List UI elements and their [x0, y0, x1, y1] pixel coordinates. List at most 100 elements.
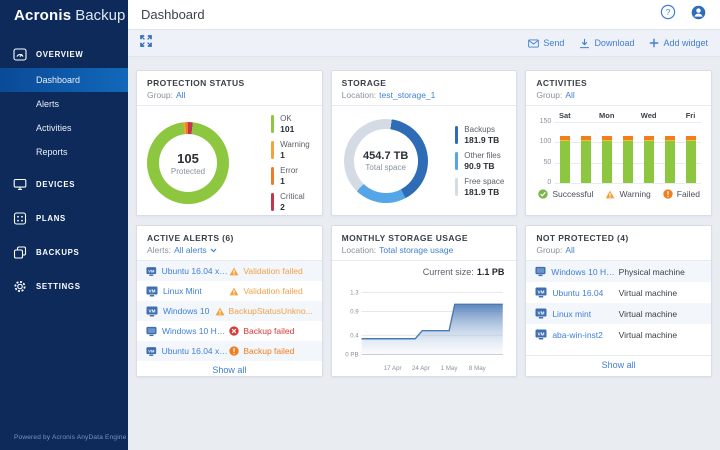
total-space-value: 454.7 TB — [363, 150, 408, 162]
add-widget-button[interactable]: Add widget — [649, 38, 708, 48]
legend-item: Free space181.9 TB — [455, 177, 504, 197]
filter-label: Group: — [536, 245, 562, 255]
alert-row[interactable]: VMUbuntu 16.04 x64 ... Validation failed — [137, 261, 322, 281]
sidebar-item-activities[interactable]: Activities — [0, 116, 128, 140]
widget-activities: ACTIVITIES Group:All SatMonWedFri 050100… — [525, 70, 712, 216]
activity-bar[interactable] — [554, 122, 575, 183]
sidebar-item-dashboard[interactable]: Dashboard — [0, 68, 128, 92]
send-button[interactable]: Send — [528, 38, 564, 48]
alerts-filter-dropdown[interactable]: All alerts — [174, 245, 207, 255]
svg-text:VM: VM — [148, 268, 155, 273]
sidebar-section-devices[interactable]: DEVICES — [0, 170, 128, 198]
device-name-link[interactable]: Linux mint — [552, 309, 591, 319]
help-icon[interactable]: ? — [660, 4, 676, 25]
y-axis-label: 0 — [536, 179, 551, 186]
group-filter-link[interactable]: All — [565, 90, 574, 100]
location-filter-link[interactable]: Total storage usage — [379, 245, 453, 255]
y-axis-label: 100 — [536, 138, 551, 145]
device-row[interactable]: VMaba-win-inst2 Virtual machine — [526, 324, 711, 345]
location-filter-link[interactable]: test_storage_1 — [379, 90, 435, 100]
physical-machine-icon — [146, 326, 157, 337]
svg-text:1 May: 1 May — [440, 365, 458, 372]
device-type: Virtual machine — [619, 309, 677, 319]
alert-device-name[interactable]: Ubuntu 16.04 x64 ... — [162, 346, 230, 356]
not-protected-list: Windows 10 Hom... Physical machine VMUbu… — [526, 260, 711, 355]
legend-item: OK101 — [271, 114, 310, 134]
svg-text:VM: VM — [148, 348, 155, 353]
sidebar-item-reports[interactable]: Reports — [0, 140, 128, 164]
activity-bar[interactable] — [596, 122, 617, 183]
not-protected-show-all-link[interactable]: Show all — [526, 355, 711, 376]
filter-label: Location: — [342, 245, 377, 255]
y-axis-label: 50 — [536, 159, 551, 166]
svg-text:1.3: 1.3 — [350, 289, 359, 296]
device-row[interactable]: VMLinux mint Virtual machine — [526, 303, 711, 324]
activity-bar[interactable] — [638, 122, 659, 183]
alert-row[interactable]: VMUbuntu 16.04 x64 ... Backup failed — [137, 341, 322, 361]
sidebar-section-backups[interactable]: BACKUPS — [0, 238, 128, 266]
activity-bar[interactable] — [575, 122, 596, 183]
group-filter-link[interactable]: All — [565, 245, 574, 255]
sidebar-section-settings[interactable]: SETTINGS — [0, 272, 128, 300]
svg-text:VM: VM — [149, 308, 156, 313]
alert-device-name[interactable]: Linux Mint — [163, 286, 202, 296]
device-name-link[interactable]: Ubuntu 16.04 — [552, 288, 603, 298]
filter-label: Group: — [536, 90, 562, 100]
vm-icon: VM — [146, 286, 158, 297]
sidebar-section-plans[interactable]: PLANS — [0, 204, 128, 232]
group-filter-link[interactable]: All — [176, 90, 185, 100]
day-label: Sat — [554, 111, 575, 122]
storage-donut-chart: 454.7 TBTotal space — [344, 119, 428, 203]
day-label — [659, 111, 680, 122]
widget-title: STORAGE — [342, 78, 507, 88]
legend-item: Successful — [538, 189, 593, 199]
widget-title: MONTHLY STORAGE USAGE — [342, 233, 507, 243]
vm-icon: VM — [535, 329, 547, 340]
expand-widgets-icon[interactable] — [140, 34, 152, 52]
activities-bar-chart: SatMonWedFri 050100150 SuccessfulWarning… — [526, 105, 711, 215]
activity-bar[interactable] — [680, 122, 701, 183]
alert-status: BackupStatusUnkno... — [215, 306, 313, 316]
legend-item: Error1 — [271, 166, 310, 186]
legend-item: Failed — [663, 189, 700, 199]
device-row[interactable]: Windows 10 Hom... Physical machine — [526, 261, 711, 282]
current-size: Current size:1.1 PB — [342, 265, 507, 277]
download-icon — [579, 38, 590, 49]
activity-bar[interactable] — [617, 122, 638, 183]
alert-row[interactable]: VM Windows 10 BackupStatusUnkno... — [137, 301, 322, 321]
alert-row[interactable]: Windows 10 Hom... Backup failed — [137, 321, 322, 341]
svg-text:VM: VM — [149, 288, 156, 293]
device-row[interactable]: VMUbuntu 16.04 Virtual machine — [526, 282, 711, 303]
download-button[interactable]: Download — [579, 38, 634, 49]
error-circle-icon — [229, 326, 239, 336]
account-icon[interactable] — [690, 4, 707, 26]
activity-bar[interactable] — [659, 122, 680, 183]
alerts-show-all-link[interactable]: Show all — [137, 361, 322, 377]
device-name-link[interactable]: aba-win-inst2 — [552, 330, 603, 340]
protected-label: Protected — [171, 167, 205, 176]
svg-text:VM: VM — [538, 332, 545, 337]
storage-legend: Backups181.9 TBOther files90.9 TBFree sp… — [455, 125, 506, 197]
filter-label: Alerts: — [147, 245, 171, 255]
plus-icon — [649, 38, 659, 48]
acronis-logo: Acronis Backup — [0, 0, 128, 30]
activities-legend: SuccessfulWarningFailed — [536, 189, 701, 199]
svg-text:8 May: 8 May — [469, 365, 487, 372]
settings-icon — [13, 280, 27, 293]
sidebar-section-overview[interactable]: OVERVIEW — [0, 40, 128, 68]
page-title: Dashboard — [141, 7, 205, 22]
y-axis-label: 150 — [536, 118, 551, 125]
widget-title: ACTIVITIES — [536, 78, 701, 88]
widget-title: NOT PROTECTED (4) — [536, 233, 701, 243]
sidebar-item-alerts[interactable]: Alerts — [0, 92, 128, 116]
device-name-link[interactable]: Windows 10 Hom... — [551, 267, 618, 277]
widget-title: PROTECTION STATUS — [147, 78, 312, 88]
vm-icon: VM — [146, 306, 158, 317]
device-type: Virtual machine — [619, 288, 677, 298]
alert-device-name[interactable]: Ubuntu 16.04 x64 ... — [162, 266, 230, 276]
alert-device-name[interactable]: Windows 10 — [163, 306, 209, 316]
success-circle-icon — [538, 189, 548, 199]
alert-device-name[interactable]: Windows 10 Hom... — [162, 326, 229, 336]
protection-donut-chart: 105Protected — [147, 122, 229, 204]
alert-row[interactable]: VMLinux Mint Validation failed — [137, 281, 322, 301]
